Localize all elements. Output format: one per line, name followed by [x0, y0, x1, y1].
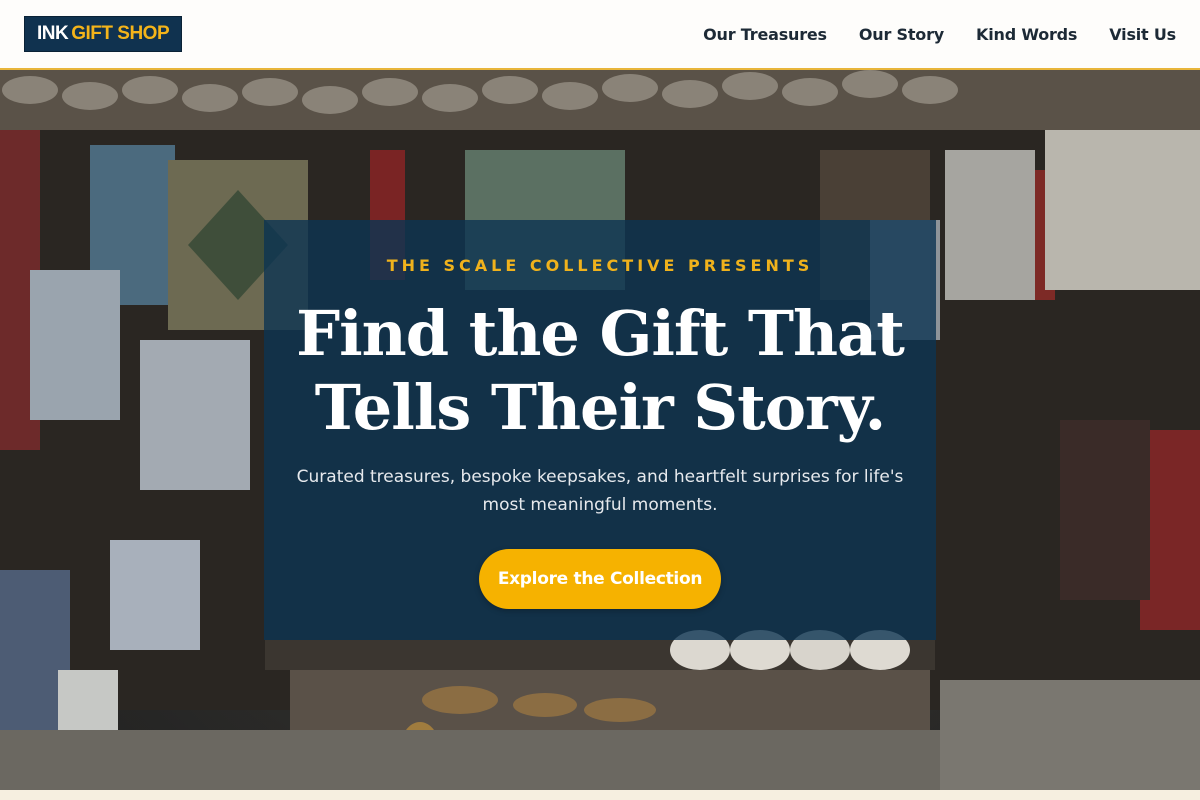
explore-collection-button[interactable]: Explore the Collection: [479, 549, 721, 609]
nav-link-visit-us[interactable]: Visit Us: [1109, 25, 1176, 44]
nav-link-our-treasures[interactable]: Our Treasures: [703, 25, 827, 44]
site-header: INK GIFT SHOP Our Treasures Our Story Ki…: [0, 0, 1200, 70]
site-logo[interactable]: INK GIFT SHOP: [24, 16, 183, 52]
hero-subtext: Curated treasures, bespoke keepsakes, an…: [296, 467, 904, 515]
next-section-edge: [0, 790, 1200, 800]
logo-ink-text: INK: [37, 23, 69, 44]
hero-overlay-card: THE SCALE COLLECTIVE PRESENTS Find the G…: [264, 220, 936, 640]
hero-headline-line-2: Tells Their Story.: [314, 371, 886, 444]
hero-headline: Find the Gift That Tells Their Story.: [280, 297, 920, 445]
logo-gift-text: GIFT SHOP: [71, 23, 170, 44]
main-nav: Our Treasures Our Story Kind Words Visit…: [703, 25, 1176, 44]
hero-eyebrow: THE SCALE COLLECTIVE PRESENTS: [386, 256, 814, 275]
hero-section: THE SCALE COLLECTIVE PRESENTS Find the G…: [0, 70, 1200, 790]
hero-headline-line-1: Find the Gift That: [296, 297, 905, 370]
nav-link-kind-words[interactable]: Kind Words: [976, 25, 1077, 44]
nav-link-our-story[interactable]: Our Story: [859, 25, 944, 44]
